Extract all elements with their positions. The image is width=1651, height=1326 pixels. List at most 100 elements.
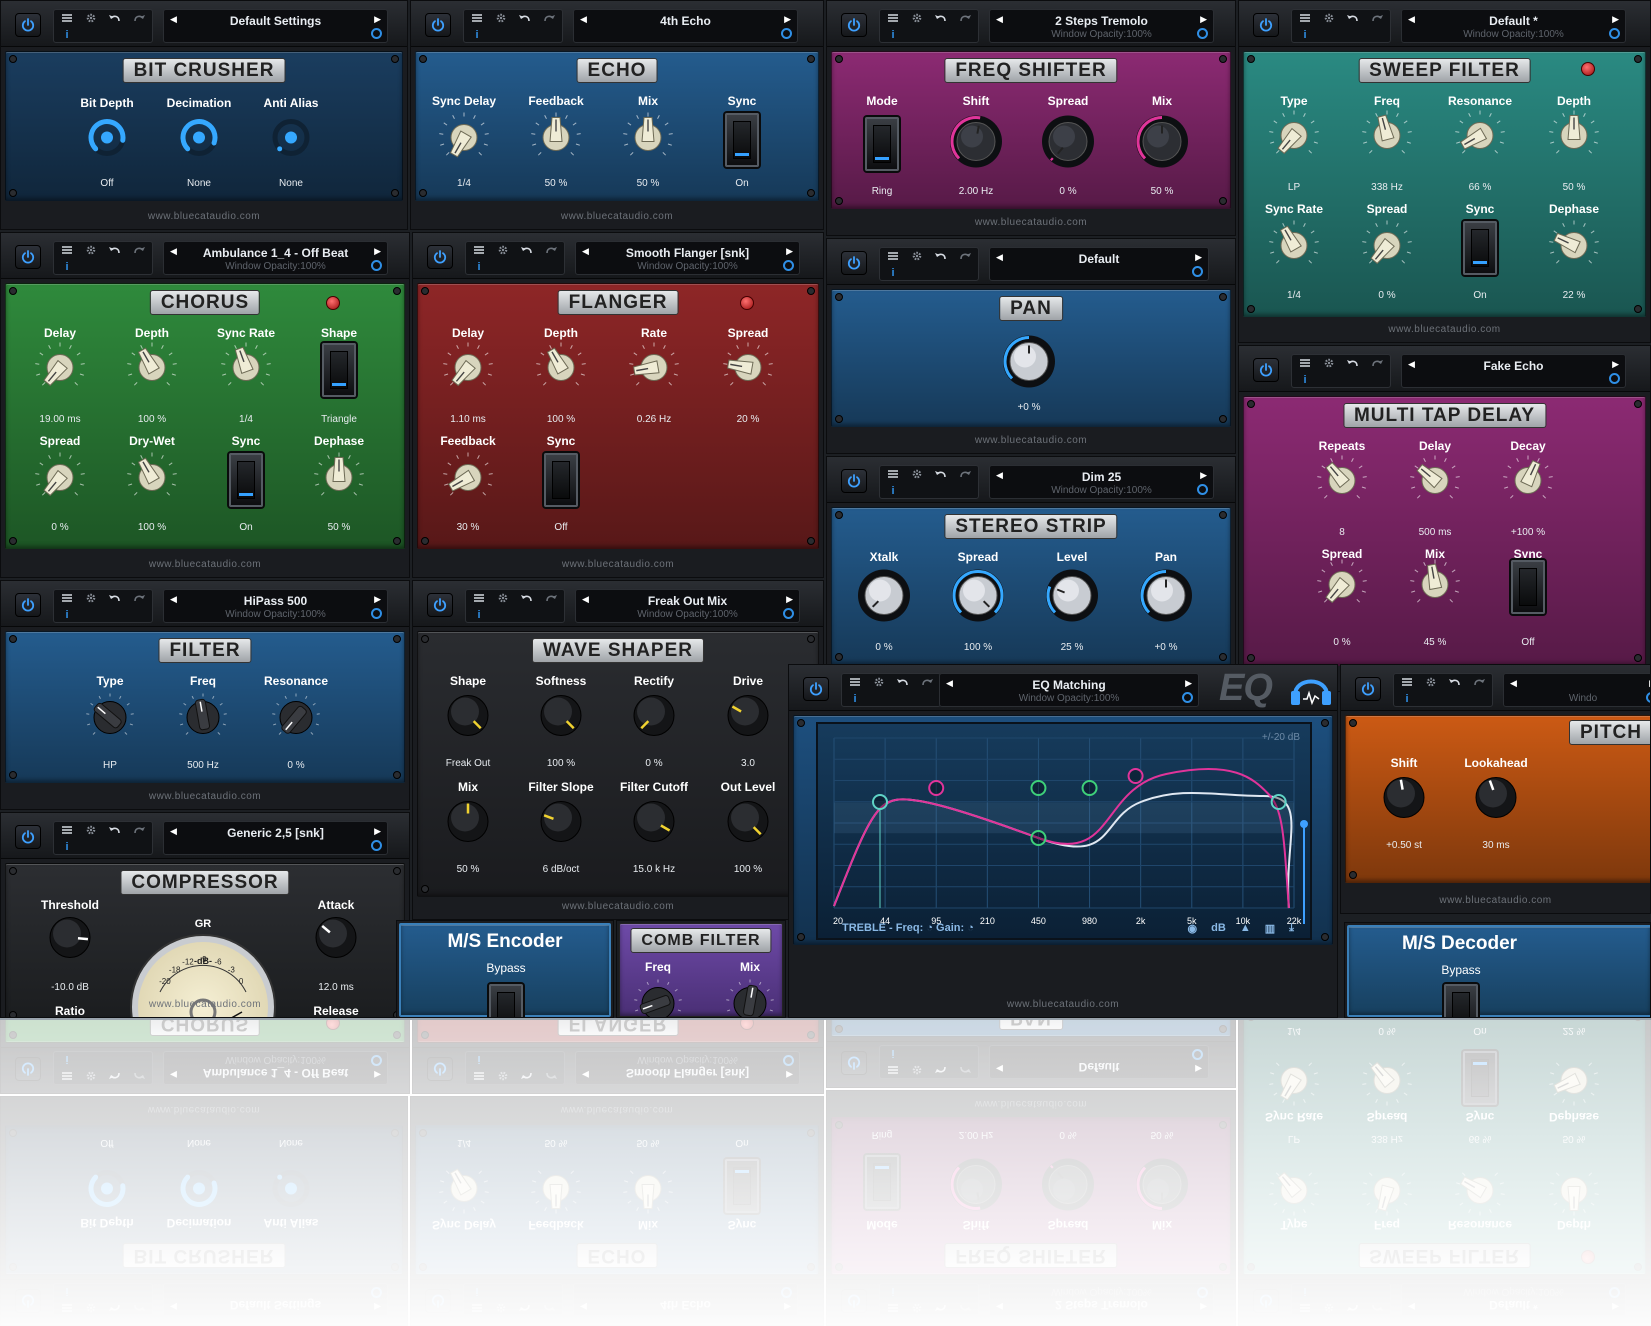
sync-rate-knob[interactable] [218,340,274,401]
gear-button[interactable] [906,12,928,27]
undo-button[interactable] [930,468,952,483]
gear-button[interactable] [80,244,102,259]
dephase-knob[interactable] [1546,218,1602,279]
shape-knob[interactable] [443,691,493,746]
sync-switch[interactable] [1511,560,1545,614]
prev-preset-arrow-icon[interactable]: ◀ [582,594,589,605]
resonance-knob[interactable] [1452,108,1508,169]
undo-button[interactable] [104,244,126,259]
decay-knob[interactable] [1500,453,1556,514]
gear-button[interactable] [868,676,890,691]
info-icon[interactable]: i [56,260,78,274]
repeats-knob[interactable] [1314,453,1370,514]
sync-rate-knob[interactable] [1266,218,1322,279]
db-label[interactable]: dB [1211,922,1226,935]
gear-button[interactable] [1318,357,1340,372]
menu-button[interactable] [468,244,490,259]
power-button[interactable] [1253,13,1279,37]
anti-alias-knob[interactable] [263,110,319,171]
next-preset-arrow-icon[interactable]: ▶ [1200,14,1207,25]
freq-knob[interactable] [633,979,683,1017]
next-preset-arrow-icon[interactable]: ▶ [1612,359,1619,370]
spread-knob[interactable] [1314,557,1370,618]
next-preset-arrow-icon[interactable]: ▶ [1612,14,1619,25]
undo-button[interactable] [930,250,952,265]
undo-button[interactable] [516,592,538,607]
info-icon[interactable]: i [56,608,78,622]
power-button[interactable] [841,13,867,37]
info-icon[interactable]: i [882,28,904,42]
redo-button[interactable] [128,592,150,607]
shift-knob[interactable] [948,114,1004,175]
info-icon[interactable]: i [468,608,490,622]
undo-button[interactable] [516,244,538,259]
preset-selector[interactable]: ◀ ▶ 4th Echo [573,9,798,43]
undo-button[interactable] [104,592,126,607]
rectify-knob[interactable] [629,691,679,746]
power-button[interactable] [427,593,453,617]
drive-knob[interactable] [723,691,773,746]
next-preset-arrow-icon[interactable]: ▶ [1185,678,1192,689]
redo-button[interactable] [954,250,976,265]
spread-knob[interactable] [720,340,776,401]
info-icon[interactable]: i [1396,692,1418,706]
band-freq-knob-icon[interactable]: ◔ [923,922,936,934]
depth-knob[interactable] [533,340,589,401]
power-button[interactable] [803,677,829,701]
shape-icon[interactable]: ▲ [1240,922,1251,935]
gear-button[interactable] [492,592,514,607]
preset-selector[interactable]: ◀ ▶ Fake Echo [1401,354,1626,388]
prev-preset-arrow-icon[interactable]: ◀ [170,826,177,837]
power-button[interactable] [427,245,453,269]
type-knob[interactable] [85,693,135,748]
preset-selector[interactable]: ◀ ▶ Ambulance 1_4 - Off Beat Window Opacity… [163,241,388,275]
sync-switch[interactable] [229,453,263,507]
redo-button[interactable] [1366,357,1388,372]
info-icon[interactable]: i [56,840,78,854]
gear-button[interactable] [490,12,512,27]
redo-button[interactable] [128,824,150,839]
prev-preset-arrow-icon[interactable]: ◀ [996,14,1003,25]
pan-knob[interactable] [1138,568,1194,629]
redo-button[interactable] [954,12,976,27]
next-preset-arrow-icon[interactable]: ▶ [1200,470,1207,481]
preset-selector[interactable]: ◀▶Windo [1503,673,1650,707]
filter-slope-knob[interactable] [536,797,586,852]
power-button[interactable] [15,245,41,269]
level-knob[interactable] [1044,568,1100,629]
undo-button[interactable] [1444,676,1466,691]
rate-knob[interactable] [626,340,682,401]
next-preset-arrow-icon[interactable]: ▶ [374,826,381,837]
mix-knob[interactable] [443,797,493,852]
depth-knob[interactable] [124,340,180,401]
mix-knob[interactable] [1407,557,1463,618]
sync-switch[interactable] [544,453,578,507]
prev-preset-arrow-icon[interactable]: ◀ [170,246,177,257]
power-button[interactable] [841,251,867,275]
menu-button[interactable] [1396,676,1418,691]
menu-button[interactable] [56,244,78,259]
gear-button[interactable] [1318,12,1340,27]
eq-band-handle[interactable] [1030,830,1047,846]
resonance-knob[interactable] [271,693,321,748]
preset-selector[interactable]: ◀ ▶ EQ Matching Window Opacity:100% [939,673,1199,707]
spread-knob[interactable] [950,568,1006,629]
bars-icon[interactable]: ▥ [1265,922,1275,935]
power-button[interactable] [425,13,451,37]
undo-button[interactable] [892,676,914,691]
preset-selector[interactable]: ◀ ▶ Default * Window Opacity:100% [1401,9,1626,43]
prev-preset-arrow-icon[interactable]: ◀ [1408,14,1415,25]
pan-knob[interactable] [1001,334,1057,395]
info-icon[interactable]: i [882,266,904,280]
prev-preset-arrow-icon[interactable]: ◀ [996,470,1003,481]
sync-delay-knob[interactable] [436,110,492,171]
menu-button[interactable] [56,592,78,607]
prev-preset-arrow-icon[interactable]: ◀ [1408,359,1415,370]
filter-cutoff-knob[interactable] [629,797,679,852]
sync-switch[interactable] [725,113,759,167]
undo-button[interactable] [1342,357,1364,372]
out-level-knob[interactable] [723,797,773,852]
next-preset-arrow-icon[interactable]: ▶ [786,246,793,257]
eq-graph[interactable]: +/-20 dB 20 44 95 210 450 980 2k 5k 10k 22k TREBLE … [816,722,1312,940]
delay-knob[interactable] [440,340,496,401]
